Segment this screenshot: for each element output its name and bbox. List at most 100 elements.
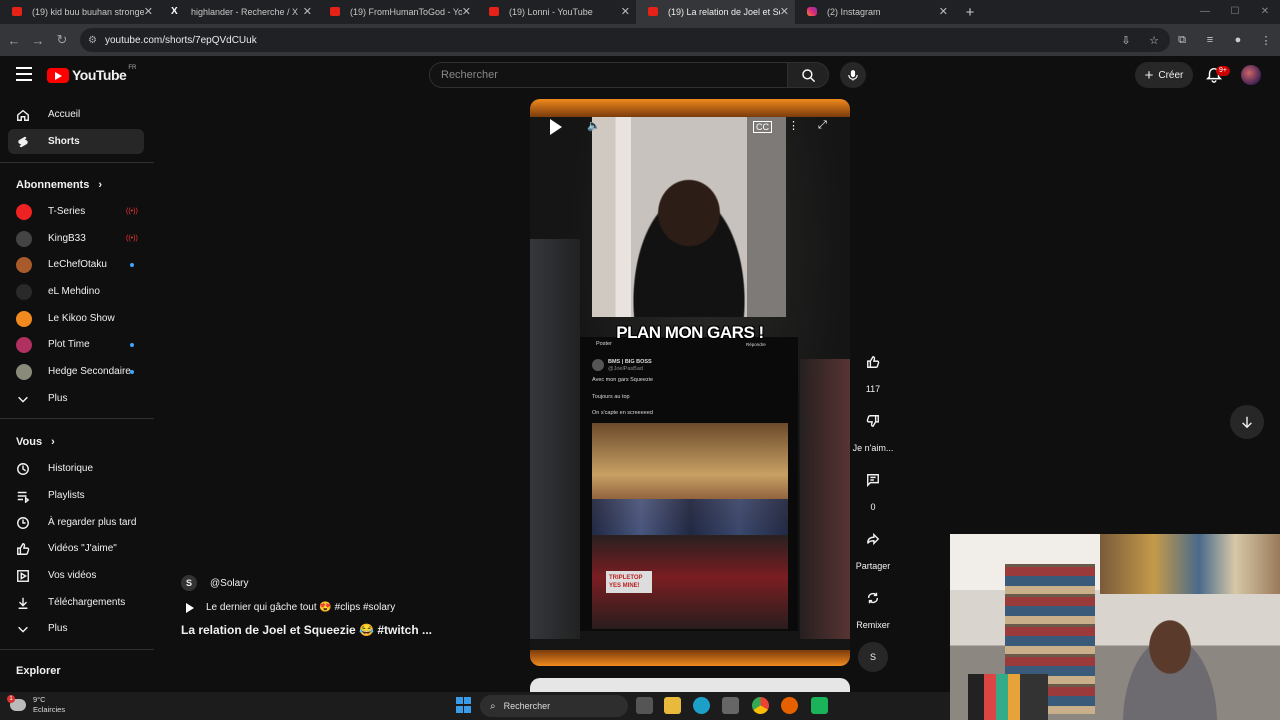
sidebar-item-channel[interactable]: eL Mehdino (8, 279, 144, 304)
forward-icon[interactable]: → (26, 33, 50, 48)
channel-name[interactable]: @Solary (210, 578, 249, 589)
dislike-button[interactable]: Je n'aim... (850, 404, 896, 453)
more-options-icon[interactable]: ⋮ (788, 119, 799, 132)
browser-tab[interactable]: (19) kid buu buuhan stronger - ✕ (0, 0, 159, 24)
sidebar-item-more[interactable]: Plus (8, 386, 144, 411)
chrome-icon[interactable] (752, 697, 769, 714)
create-button[interactable]: + Créer (1135, 62, 1193, 88)
short-title[interactable]: La relation de Joel et Squeezie 😂 #twitc… (181, 623, 432, 637)
firefox-icon[interactable] (781, 697, 798, 714)
sidebar-item-channel[interactable]: T-Series ((•)) (8, 199, 144, 224)
you-heading[interactable]: Vous › (16, 436, 55, 448)
tab-label: (19) Lonni - YouTube (509, 7, 593, 17)
taskbar-search[interactable]: ⌕ Rechercher (480, 695, 628, 717)
maximize-icon[interactable]: ☐ (1220, 0, 1250, 24)
new-content-dot (130, 370, 134, 374)
window-controls: — ☐ ✕ (1190, 0, 1280, 24)
voice-search-button[interactable] (840, 62, 866, 88)
menu-dots-icon[interactable]: ⋮ (1252, 34, 1280, 47)
channel-row[interactable]: S @Solary (181, 575, 432, 591)
subscriptions-heading[interactable]: Abonnements › (16, 179, 102, 191)
thumbs-down-icon (866, 415, 879, 427)
new-tab-button[interactable]: + (958, 0, 982, 24)
windows-start-icon[interactable] (456, 697, 472, 713)
close-window-icon[interactable]: ✕ (1250, 0, 1280, 24)
app-icon[interactable] (811, 697, 828, 714)
close-icon[interactable]: ✕ (780, 5, 789, 18)
bookmark-star-icon[interactable]: ☆ (1140, 34, 1168, 47)
avatar[interactable] (1241, 65, 1261, 85)
fullscreen-icon[interactable]: ⤢ (818, 119, 827, 132)
remix-button[interactable]: Remixer (850, 581, 896, 630)
shorts-icon (18, 136, 28, 148)
sidebar-item-home[interactable]: Accueil (8, 102, 144, 127)
hamburger-menu-icon[interactable] (16, 67, 32, 81)
tab-label: (19) FromHumanToGod - YouTu (350, 7, 462, 17)
share-button[interactable]: Partager (850, 522, 896, 571)
extensions-icon[interactable]: ⧉ (1168, 34, 1196, 47)
video-bottom-bar (530, 650, 850, 666)
sidebar-item-label: LeChefOtaku (48, 259, 107, 270)
sidebar-item-watch-later[interactable]: À regarder plus tard (8, 510, 144, 535)
browser-tab[interactable]: (19) Lonni - YouTube ✕ (477, 0, 636, 24)
media-control-icon[interactable]: ≡ (1196, 34, 1224, 46)
sidebar-item-your-videos[interactable]: Vos vidéos (8, 563, 144, 588)
close-icon[interactable]: ✕ (621, 5, 630, 18)
remix-icon (867, 592, 879, 604)
like-button[interactable]: 117 (850, 345, 896, 394)
close-icon[interactable]: ✕ (303, 5, 312, 18)
reload-icon[interactable]: ↻ (50, 32, 74, 48)
edge-icon[interactable] (693, 697, 710, 714)
sidebar-item-label: T-Series (48, 206, 86, 217)
tweet-text: On s'capte en screeeeed (592, 410, 653, 416)
close-icon[interactable]: ✕ (462, 5, 471, 18)
playlist-row[interactable]: Le dernier qui gâche tout 😍 #clips #sola… (181, 602, 432, 613)
history-icon (17, 463, 29, 475)
wall-posters (1100, 534, 1280, 594)
sidebar-item-shorts[interactable]: Shorts (8, 129, 144, 154)
sidebar-item-channel[interactable]: Le Kikoo Show (8, 306, 144, 331)
url-field[interactable]: ⚙ youtube.com/shorts/7epQVdCUuk (80, 28, 1170, 52)
youtube-logo[interactable]: YouTube FR (47, 65, 136, 83)
sidebar-item-downloads[interactable]: Téléchargements (8, 590, 144, 615)
weather-widget[interactable]: 9°CEclaircies (7, 695, 65, 715)
task-view-icon[interactable] (636, 697, 653, 714)
file-explorer-icon[interactable] (664, 697, 681, 714)
sidebar-item-channel[interactable]: Hedge Secondaire (8, 359, 144, 384)
notification-badge: 9+ (1216, 66, 1230, 76)
browser-tab[interactable]: Xhighlander - Recherche / X ✕ (159, 0, 318, 24)
arrow-down-icon (1242, 416, 1252, 429)
store-icon[interactable] (722, 697, 739, 714)
close-icon[interactable]: ✕ (939, 5, 948, 18)
sidebar-item-label: Vidéos "J'aime" (48, 543, 117, 554)
site-info-icon[interactable]: ⚙ (88, 35, 97, 46)
channel-avatar-button[interactable]: S (850, 640, 896, 674)
close-icon[interactable]: ✕ (144, 5, 153, 18)
next-short-button[interactable] (1230, 405, 1264, 439)
profile-icon[interactable]: ● (1224, 34, 1252, 46)
sidebar-item-liked[interactable]: Vidéos "J'aime" (8, 536, 144, 561)
comments-button[interactable]: 0 (850, 463, 896, 512)
browser-tab[interactable]: (19) FromHumanToGod - YouTu✕ (318, 0, 477, 24)
browser-tab[interactable]: (2) Instagram ✕ (795, 0, 954, 24)
sidebar-item-history[interactable]: Historique (8, 456, 144, 481)
sidebar-item-channel[interactable]: KingB33 ((•)) (8, 226, 144, 251)
search-input[interactable]: Rechercher (429, 62, 788, 88)
sidebar-item-channel[interactable]: Plot Time (8, 332, 144, 357)
shorts-player[interactable]: 🔈 CC ⋮ ⤢ Poster Répondre BMS | BIG BOSS … (530, 99, 850, 666)
sidebar-item-channel[interactable]: LeChefOtaku (8, 252, 144, 277)
volume-icon[interactable]: 🔈 (587, 119, 601, 132)
next-short-preview[interactable] (530, 678, 850, 692)
search-button[interactable] (787, 62, 829, 88)
play-icon[interactable] (550, 119, 564, 135)
captions-icon[interactable]: CC (753, 121, 772, 133)
sidebar-item-playlists[interactable]: Playlists (8, 483, 144, 508)
temperature: 9°C (33, 695, 46, 704)
address-bar-row: ← → ↻ ⚙ youtube.com/shorts/7epQVdCUuk ⇩ … (0, 24, 1280, 56)
back-icon[interactable]: ← (2, 33, 26, 48)
browser-tab-active[interactable]: (19) La relation de Joel et Sque✕ (636, 0, 795, 24)
taskbar-search-label: Rechercher (503, 701, 551, 711)
install-app-icon[interactable]: ⇩ (1112, 34, 1140, 47)
sidebar-item-more[interactable]: Plus (8, 616, 144, 641)
minimize-icon[interactable]: — (1190, 0, 1220, 24)
